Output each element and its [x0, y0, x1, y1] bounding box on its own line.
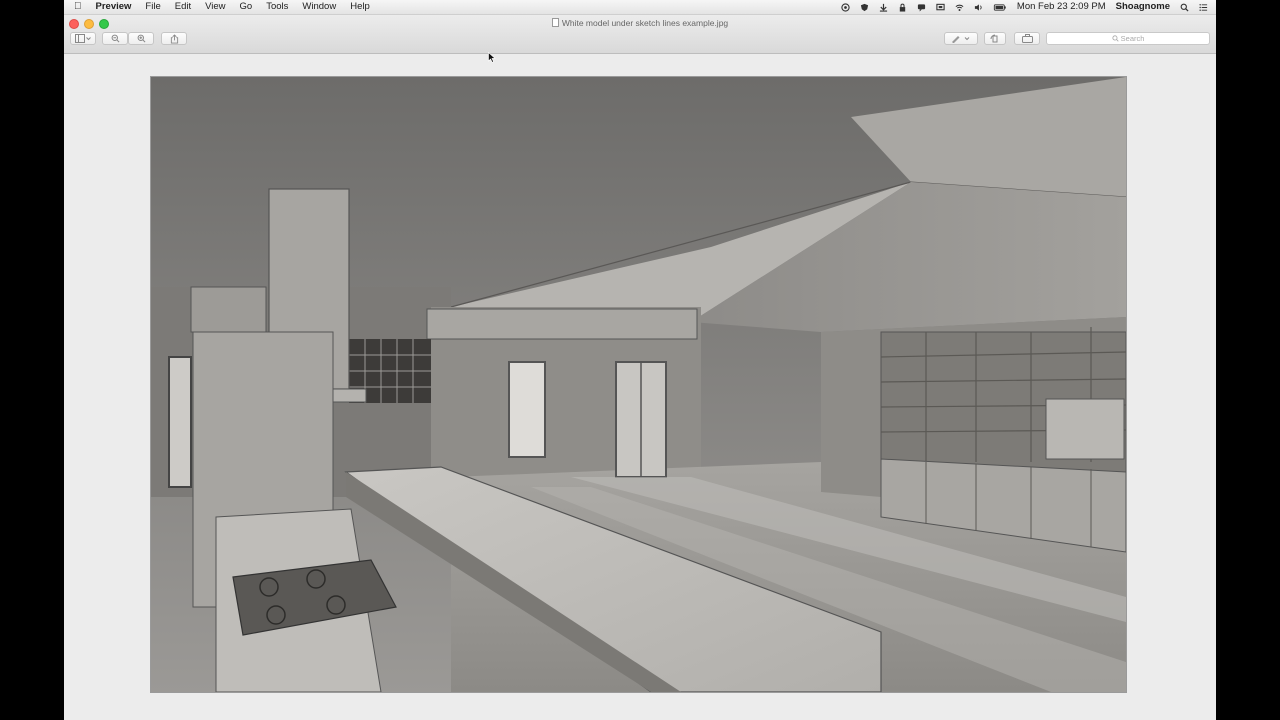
menu-edit[interactable]: Edit	[175, 1, 191, 13]
document-icon	[551, 18, 559, 27]
menu-file[interactable]: File	[145, 1, 160, 13]
share-icon	[170, 33, 178, 43]
window-title-text: White model under sketch lines example.j…	[561, 18, 729, 28]
apple-icon[interactable]: 	[74, 1, 82, 13]
display-icon[interactable]	[936, 3, 945, 12]
screen:  Preview File Edit View Go Tools Window…	[64, 0, 1216, 720]
notification-center-icon[interactable]	[1199, 3, 1208, 12]
zoom-out-button[interactable]	[102, 32, 128, 45]
battery-icon[interactable]	[993, 3, 1007, 12]
menu-tools[interactable]: Tools	[266, 1, 288, 13]
menu-app-name[interactable]: Preview	[96, 1, 132, 13]
menu-clock[interactable]: Mon Feb 23 2:09 PM	[1017, 1, 1106, 13]
toolbox-button[interactable]	[1014, 32, 1040, 45]
menu-window[interactable]: Window	[302, 1, 336, 13]
download-icon[interactable]	[879, 3, 888, 12]
zoom-in-icon	[137, 34, 145, 43]
pen-icon	[952, 36, 970, 43]
menu-view[interactable]: View	[205, 1, 225, 13]
zoom-out-icon	[111, 34, 119, 43]
menu-bar-right: Mon Feb 23 2:09 PM Shoagnome	[841, 1, 1208, 13]
sidebar-toggle-button[interactable]	[70, 32, 96, 45]
rotate-icon	[990, 34, 998, 42]
menu-help[interactable]: Help	[350, 1, 370, 13]
spotlight-icon[interactable]	[1180, 3, 1189, 12]
menu-user[interactable]: Shoagnome	[1116, 1, 1170, 13]
menu-bar:  Preview File Edit View Go Tools Window…	[64, 0, 1216, 15]
window-toolbar: White model under sketch lines example.j…	[64, 15, 1216, 54]
sidebar-icon	[75, 34, 91, 43]
mouse-pointer-icon	[488, 52, 496, 63]
markup-button[interactable]	[944, 32, 978, 45]
wifi-icon[interactable]	[955, 3, 964, 12]
toolbox-icon	[1021, 34, 1033, 43]
volume-icon[interactable]	[974, 3, 983, 12]
rendered-image[interactable]	[150, 76, 1127, 693]
document-view	[64, 54, 1216, 720]
search-placeholder: Search	[1120, 34, 1145, 43]
lock-icon[interactable]	[898, 3, 907, 12]
search-icon	[1111, 35, 1119, 42]
share-button[interactable]	[161, 32, 187, 45]
zoom-in-button[interactable]	[128, 32, 154, 45]
chat-icon[interactable]	[917, 3, 926, 12]
kitchen-render-illustration	[151, 77, 1126, 692]
shield-icon[interactable]	[860, 3, 869, 12]
menu-bar-left:  Preview File Edit View Go Tools Window…	[74, 1, 370, 13]
search-field[interactable]: Search	[1046, 32, 1210, 45]
menu-go[interactable]: Go	[240, 1, 253, 13]
window-title: White model under sketch lines example.j…	[64, 18, 1216, 28]
rotate-button[interactable]	[984, 32, 1006, 45]
status-dot-icon[interactable]	[841, 2, 850, 12]
